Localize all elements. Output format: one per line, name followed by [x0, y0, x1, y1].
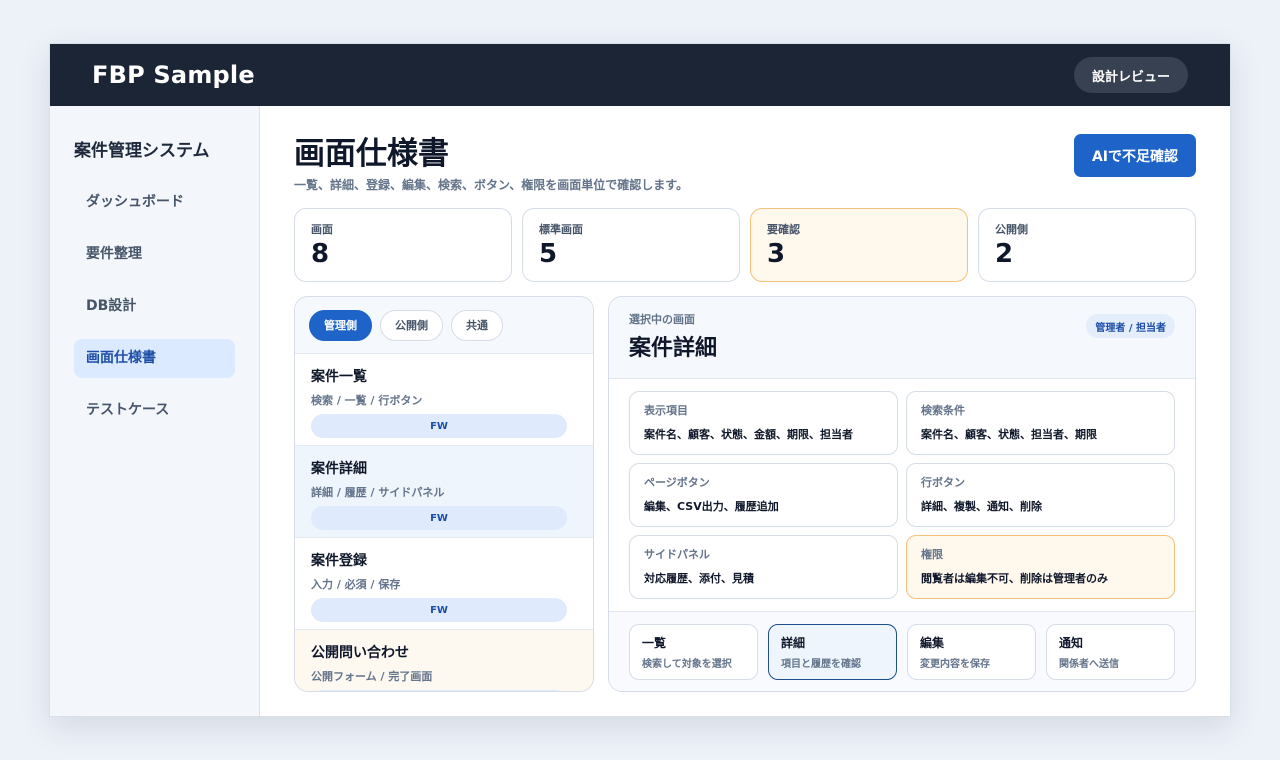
page-heading-group: 画面仕様書 一覧、詳細、登録、編集、検索、ボタン、権限を画面単位で確認します。 — [294, 134, 688, 193]
screen-list-panel: 管理側 公開側 共通 案件一覧 検索 / 一覧 / 行ボタン FW 案件詳細 詳… — [294, 296, 594, 692]
fw-badge: FW — [311, 506, 567, 530]
screen-item-desc: 公開フォーム / 完了画面 — [311, 670, 433, 683]
main-content: 画面仕様書 一覧、詳細、登録、編集、検索、ボタン、権限を画面単位で確認します。 … — [260, 106, 1230, 716]
tab-admin[interactable]: 管理側 — [309, 309, 372, 341]
sidebar-item-dashboard[interactable]: ダッシュボード — [74, 183, 235, 222]
screen-list-item[interactable]: 案件一覧 検索 / 一覧 / 行ボタン FW — [295, 354, 593, 446]
stat-value: 5 — [539, 239, 558, 269]
spec-value: 編集、CSV出力、履歴追加 — [644, 500, 779, 513]
stat-value: 2 — [995, 239, 1014, 269]
tab-public[interactable]: 公開側 — [380, 309, 443, 341]
step-desc: 変更内容を保存 — [920, 659, 990, 670]
fw-badge: FW — [311, 598, 567, 622]
sidebar-item-screen-spec[interactable]: 画面仕様書 — [74, 339, 235, 378]
flow-step-notify[interactable]: 通知 関係者へ送信 — [1046, 624, 1175, 680]
step-desc: 検索して対象を選択 — [642, 659, 732, 670]
spec-label: 行ボタン — [921, 476, 965, 489]
spec-card-search-conditions: 検索条件 案件名、顧客、状態、担当者、期限 — [906, 391, 1175, 455]
spec-label: 表示項目 — [644, 404, 688, 417]
step-title: 詳細 — [781, 636, 806, 650]
stat-card-needs-check: 要確認 3 — [750, 208, 968, 282]
step-desc: 項目と履歴を確認 — [781, 659, 861, 670]
flow-step-detail[interactable]: 詳細 項目と履歴を確認 — [768, 624, 897, 680]
spec-card-permissions: 権限 閲覧者は編集不可、削除は管理者のみ — [906, 535, 1175, 599]
screen-item-desc: 詳細 / 履歴 / サイドパネル — [311, 486, 445, 499]
spec-label: 検索条件 — [921, 404, 965, 417]
detail-header: 選択中の画面 案件詳細 管理者 / 担当者 — [609, 297, 1195, 379]
stat-card-public: 公開側 2 — [978, 208, 1196, 282]
spec-value: 閲覧者は編集不可、削除は管理者のみ — [921, 572, 1108, 585]
flow-step-list[interactable]: 一覧 検索して対象を選択 — [629, 624, 758, 680]
screen-list-item[interactable]: 案件登録 入力 / 必須 / 保存 FW — [295, 538, 593, 630]
stats-row: 画面 8 標準画面 5 要確認 3 公開側 2 — [294, 208, 1196, 282]
screen-item-title: 案件詳細 — [311, 461, 367, 477]
spec-card-display-fields: 表示項目 案件名、顧客、状態、金額、期限、担当者 — [629, 391, 898, 455]
role-badge: 管理者 / 担当者 — [1086, 314, 1175, 338]
app-window: FBP Sample 設計レビュー 案件管理システム ダッシュボード 要件整理 … — [49, 43, 1231, 717]
step-desc: 関係者へ送信 — [1059, 659, 1119, 670]
stat-label: 標準画面 — [539, 223, 583, 236]
page-subtitle: 一覧、詳細、登録、編集、検索、ボタン、権限を画面単位で確認します。 — [294, 178, 689, 192]
sidebar-item-requirements[interactable]: 要件整理 — [74, 235, 235, 274]
top-bar: FBP Sample 設計レビュー — [50, 44, 1230, 106]
sidebar-item-test-cases[interactable]: テストケース — [74, 391, 235, 430]
stat-label: 要確認 — [767, 223, 800, 236]
fw-badge: FW — [311, 414, 567, 438]
screen-list-item[interactable]: 案件詳細 詳細 / 履歴 / サイドパネル FW — [295, 446, 593, 538]
panels-row: 管理側 公開側 共通 案件一覧 検索 / 一覧 / 行ボタン FW 案件詳細 詳… — [294, 296, 1196, 692]
sidebar: 案件管理システム ダッシュボード 要件整理 DB設計 画面仕様書 テストケース — [50, 106, 260, 716]
stat-card-screens: 画面 8 — [294, 208, 512, 282]
ai-check-button[interactable]: AIで不足確認 — [1073, 134, 1196, 177]
spec-value: 対応履歴、添付、見積 — [644, 572, 754, 585]
screen-item-title: 公開問い合わせ — [311, 645, 409, 661]
step-title: 編集 — [920, 636, 945, 650]
spec-card-row-buttons: 行ボタン 詳細、複製、通知、削除 — [906, 463, 1175, 527]
app-body: 案件管理システム ダッシュボード 要件整理 DB設計 画面仕様書 テストケース … — [50, 106, 1230, 716]
spec-grid: 表示項目 案件名、顧客、状態、金額、期限、担当者 検索条件 案件名、顧客、状態、… — [609, 379, 1195, 612]
step-title: 通知 — [1059, 636, 1084, 650]
spec-value: 案件名、顧客、状態、担当者、期限 — [921, 428, 1097, 441]
design-review-button[interactable]: 設計レビュー — [1073, 57, 1188, 93]
spec-label: 権限 — [921, 548, 943, 561]
stat-value: 8 — [311, 239, 330, 269]
sidebar-title: 案件管理システム — [74, 141, 210, 161]
screen-item-title: 案件登録 — [311, 553, 367, 569]
screen-detail-panel: 選択中の画面 案件詳細 管理者 / 担当者 表示項目 案件名、顧客、状態、金額、… — [608, 296, 1196, 692]
stat-value: 3 — [767, 239, 786, 269]
sidebar-item-db-design[interactable]: DB設計 — [74, 287, 235, 326]
step-title: 一覧 — [642, 636, 667, 650]
spec-value: 案件名、顧客、状態、金額、期限、担当者 — [644, 428, 853, 441]
spec-card-side-panel: サイドパネル 対応履歴、添付、見積 — [629, 535, 898, 599]
spec-label: サイドパネル — [644, 548, 710, 561]
stat-card-standard: 標準画面 5 — [522, 208, 740, 282]
flow-step-edit[interactable]: 編集 変更内容を保存 — [907, 624, 1036, 680]
brand-logo: FBP Sample — [92, 61, 255, 89]
fw-badge — [311, 690, 567, 691]
screen-item-title: 案件一覧 — [311, 369, 367, 385]
screen-item-desc: 入力 / 必須 / 保存 — [311, 578, 401, 591]
spec-value: 詳細、複製、通知、削除 — [921, 500, 1042, 513]
page-title: 画面仕様書 — [294, 136, 449, 172]
screen-item-desc: 検索 / 一覧 / 行ボタン — [311, 394, 423, 407]
tab-common[interactable]: 共通 — [451, 309, 503, 341]
stat-label: 公開側 — [995, 223, 1028, 236]
screen-list-item[interactable]: 公開問い合わせ 公開フォーム / 完了画面 — [295, 630, 593, 691]
flow-steps: 一覧 検索して対象を選択 詳細 項目と履歴を確認 編集 変更内容を保存 通知 関… — [609, 612, 1195, 691]
screen-list-tabs: 管理側 公開側 共通 — [295, 297, 593, 354]
stat-label: 画面 — [311, 223, 333, 236]
spec-label: ページボタン — [644, 476, 710, 489]
page-header: 画面仕様書 一覧、詳細、登録、編集、検索、ボタン、権限を画面単位で確認します。 … — [294, 134, 1196, 193]
spec-card-page-buttons: ページボタン 編集、CSV出力、履歴追加 — [629, 463, 898, 527]
